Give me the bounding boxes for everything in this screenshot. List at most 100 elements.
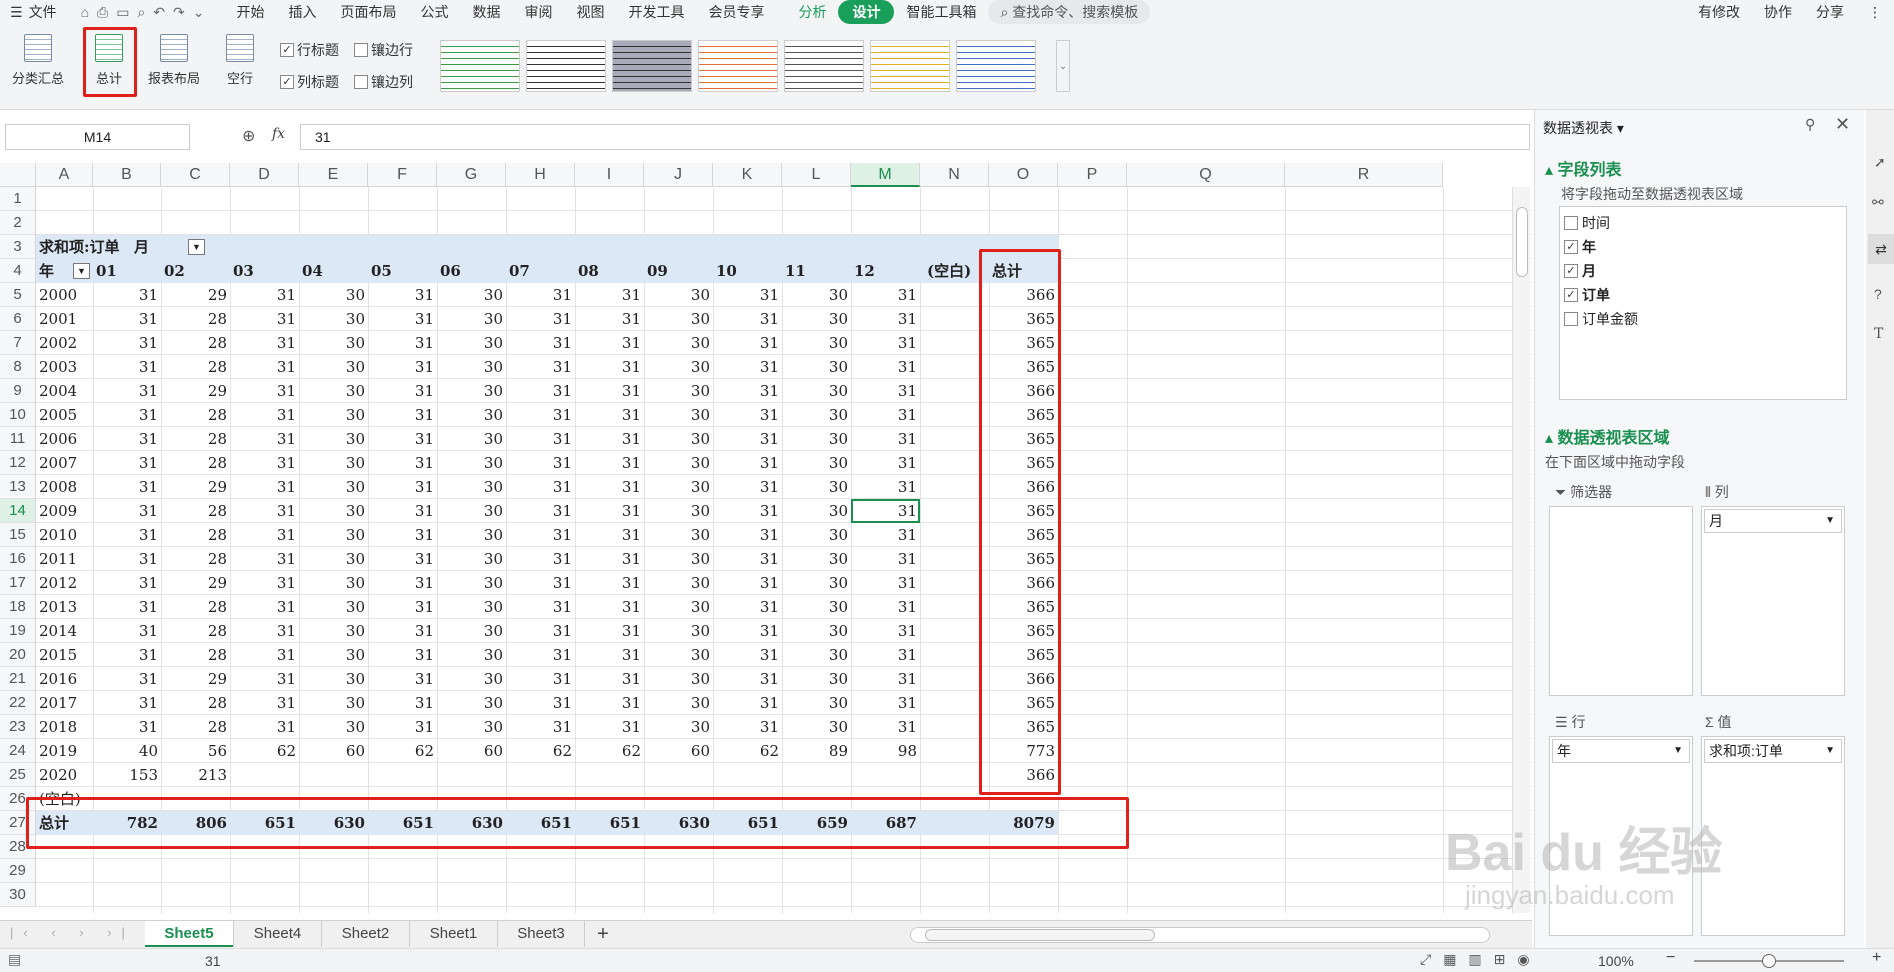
pivot-value-cell[interactable]: 30 xyxy=(437,379,506,403)
pivot-row-label[interactable]: 2000 xyxy=(36,283,93,307)
pivot-row-label[interactable]: 2008 xyxy=(36,475,93,499)
sheet-tab-active[interactable]: Sheet5 xyxy=(145,921,233,947)
pivot-value-cell[interactable]: 28 xyxy=(161,427,230,451)
row-header-19[interactable]: 19 xyxy=(0,619,36,643)
pivot-value-cell[interactable]: 31 xyxy=(506,379,575,403)
sheet-tab[interactable]: Sheet1 xyxy=(409,921,497,947)
pivot-column-header[interactable]: 02 xyxy=(161,259,230,283)
pivot-column-header[interactable]: 12 xyxy=(851,259,920,283)
pivot-value-cell[interactable]: 28 xyxy=(161,451,230,475)
column-header-H[interactable]: H xyxy=(506,163,575,187)
pivot-value-cell[interactable]: 31 xyxy=(713,307,782,331)
pivot-value-cell[interactable]: 31 xyxy=(230,331,299,355)
pivot-value-cell[interactable]: 31 xyxy=(851,667,920,691)
pivot-row-label[interactable]: 2015 xyxy=(36,643,93,667)
pivot-column-header[interactable]: 10 xyxy=(713,259,782,283)
row-header-13[interactable]: 13 xyxy=(0,475,36,499)
tab-review[interactable]: 审阅 xyxy=(512,2,564,22)
row-header-4[interactable]: 4 xyxy=(0,259,36,283)
pivot-value-cell[interactable]: 31 xyxy=(368,667,437,691)
pivot-value-cell[interactable]: 30 xyxy=(782,547,851,571)
column-header-I[interactable]: I xyxy=(575,163,644,187)
zoom-slider[interactable] xyxy=(1694,954,1844,968)
row-header-15[interactable]: 15 xyxy=(0,523,36,547)
pivot-panel-icon[interactable]: ⇄ xyxy=(1868,234,1894,264)
pivot-value-cell[interactable]: 31 xyxy=(851,283,920,307)
pivot-row-label[interactable]: 2012 xyxy=(36,571,93,595)
zoom-formula-icon[interactable]: ⊕ xyxy=(242,126,255,146)
pivot-value-cell[interactable]: 31 xyxy=(506,499,575,523)
subtotal-button[interactable]: 分类汇总 xyxy=(8,32,68,94)
tab-insert[interactable]: 插入 xyxy=(276,2,328,22)
pivot-style-1[interactable] xyxy=(440,40,520,92)
tab-developer[interactable]: 开发工具 xyxy=(616,2,696,22)
value-field-order-sum[interactable]: 求和项:订单 ▼ xyxy=(1704,739,1842,763)
pivot-row-label[interactable]: 2005 xyxy=(36,403,93,427)
sheet-tab[interactable]: Sheet2 xyxy=(321,921,409,947)
zoom-level[interactable]: 100% xyxy=(1598,953,1634,969)
pivot-style-4[interactable] xyxy=(698,40,778,92)
pivot-row-label[interactable]: 2020 xyxy=(36,763,93,787)
pivot-value-cell[interactable]: 30 xyxy=(299,691,368,715)
banded-rows-check[interactable]: 镶边行 xyxy=(354,40,413,60)
pivot-value-cell[interactable]: 30 xyxy=(782,451,851,475)
pivot-value-cell[interactable]: 30 xyxy=(437,475,506,499)
row-header-8[interactable]: 8 xyxy=(0,355,36,379)
close-icon[interactable]: ✕ xyxy=(1835,114,1850,135)
pivot-value-cell[interactable]: 30 xyxy=(644,619,713,643)
name-box[interactable]: M14 xyxy=(5,124,190,150)
pivot-value-cell[interactable]: 30 xyxy=(644,427,713,451)
row-header-14[interactable]: 14 xyxy=(0,499,36,523)
pivot-value-cell[interactable]: 30 xyxy=(782,643,851,667)
search-box[interactable]: ⌕ 查找命令、搜索模板 xyxy=(988,0,1151,24)
column-header-G[interactable]: G xyxy=(437,163,506,187)
pivot-value-cell[interactable]: 31 xyxy=(713,715,782,739)
tab-page-layout[interactable]: 页面布局 xyxy=(328,2,408,22)
pivot-row-label[interactable]: 2010 xyxy=(36,523,93,547)
pivot-value-cell[interactable]: 31 xyxy=(93,283,161,307)
pivot-value-cell[interactable]: 31 xyxy=(506,523,575,547)
pivot-value-cell[interactable]: 30 xyxy=(299,427,368,451)
pivot-value-cell[interactable]: 31 xyxy=(575,451,644,475)
pivot-value-cell[interactable]: 31 xyxy=(230,523,299,547)
row-header-29[interactable]: 29 xyxy=(0,859,36,883)
pivot-value-cell[interactable]: 30 xyxy=(644,715,713,739)
pivot-value-cell[interactable]: 31 xyxy=(93,307,161,331)
pivot-value-cell[interactable]: 30 xyxy=(299,619,368,643)
macro-icon[interactable]: ▤ xyxy=(8,951,21,968)
column-header-E[interactable]: E xyxy=(299,163,368,187)
pivot-value-cell[interactable]: 30 xyxy=(437,523,506,547)
pivot-value-cell[interactable]: 31 xyxy=(851,355,920,379)
row-header-22[interactable]: 22 xyxy=(0,691,36,715)
pivot-value-cell[interactable]: 31 xyxy=(713,667,782,691)
pivot-column-header[interactable]: 01 xyxy=(93,259,161,283)
pivot-value-cell[interactable]: 31 xyxy=(230,595,299,619)
pivot-value-cell[interactable]: 31 xyxy=(506,331,575,355)
column-header-N[interactable]: N xyxy=(920,163,989,187)
formula-input[interactable]: 31 xyxy=(300,124,1530,150)
pivot-value-cell[interactable]: 28 xyxy=(161,691,230,715)
pivot-column-header[interactable]: 07 xyxy=(506,259,575,283)
pivot-value-cell[interactable]: 31 xyxy=(368,691,437,715)
pivot-value-cell[interactable]: 30 xyxy=(299,571,368,595)
pivot-value-cell[interactable]: 31 xyxy=(230,451,299,475)
pivot-value-cell[interactable]: 31 xyxy=(368,379,437,403)
pivot-value-cell[interactable]: 31 xyxy=(230,667,299,691)
field-order[interactable]: ✓ 订单 xyxy=(1564,285,1610,305)
pivot-value-cell[interactable]: 31 xyxy=(230,547,299,571)
pivot-value-cell[interactable]: 30 xyxy=(299,643,368,667)
pivot-value-cell[interactable]: 31 xyxy=(575,595,644,619)
pivot-value-cell[interactable]: 28 xyxy=(161,331,230,355)
pivot-value-cell[interactable]: 30 xyxy=(782,355,851,379)
menu-file[interactable]: 文件 xyxy=(27,2,69,22)
pivot-value-cell[interactable]: 31 xyxy=(575,475,644,499)
column-header-F[interactable]: F xyxy=(368,163,437,187)
row-header-17[interactable]: 17 xyxy=(0,571,36,595)
pivot-value-cell[interactable]: 31 xyxy=(93,523,161,547)
pivot-value-cell[interactable]: 31 xyxy=(713,331,782,355)
pivot-value-cell[interactable]: 30 xyxy=(299,475,368,499)
pivot-value-cell[interactable]: 31 xyxy=(368,499,437,523)
blank-rows-button[interactable]: 空行 xyxy=(210,32,270,94)
horizontal-scrollbar[interactable] xyxy=(910,927,1490,943)
pivot-row-label[interactable]: 2002 xyxy=(36,331,93,355)
